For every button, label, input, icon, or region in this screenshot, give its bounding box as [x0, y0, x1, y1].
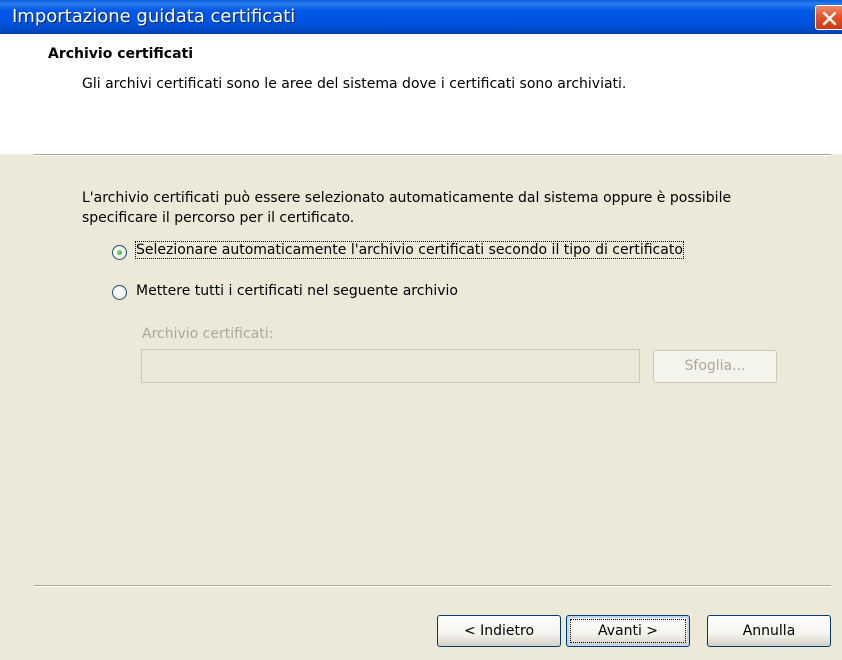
- auto-store-label[interactable]: Selezionare automaticamente l'archivio c…: [135, 241, 684, 259]
- page-subtitle: Gli archivi certificati sono le aree del…: [82, 76, 627, 92]
- page-title: Archivio certificati: [48, 46, 194, 62]
- title-bar[interactable]: Importazione guidata certificati: [0, 0, 842, 34]
- footer-divider: [34, 585, 831, 587]
- description-text: L'archivio certificati può essere selezi…: [82, 190, 732, 226]
- back-button[interactable]: < Indietro: [437, 615, 561, 647]
- specific-store-label[interactable]: Mettere tutti i certificati nel seguente…: [136, 283, 458, 299]
- browse-button[interactable]: Sfoglia...: [653, 350, 777, 383]
- close-icon: [822, 11, 837, 26]
- store-field-label: Archivio certificati:: [142, 326, 274, 342]
- focus-rect: [570, 619, 686, 643]
- store-input[interactable]: [141, 349, 640, 383]
- radio-selected-dot: [117, 250, 122, 255]
- specific-store-radio[interactable]: [112, 285, 127, 300]
- window-title: Importazione guidata certificati: [12, 6, 296, 27]
- close-button[interactable]: [815, 5, 842, 30]
- next-button[interactable]: Avanti >: [566, 615, 690, 647]
- cancel-button[interactable]: Annulla: [707, 615, 831, 647]
- header-divider: [34, 154, 831, 156]
- auto-store-radio[interactable]: [112, 245, 127, 260]
